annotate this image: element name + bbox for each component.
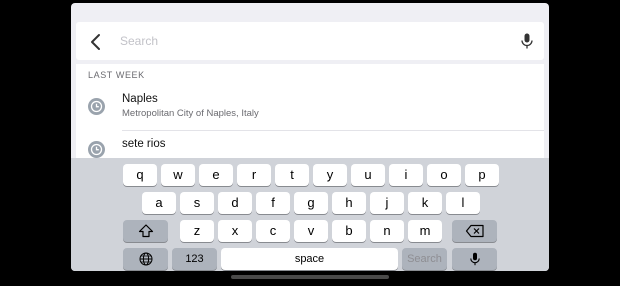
key-v[interactable]: v (294, 220, 328, 242)
key-i[interactable]: i (389, 164, 423, 186)
backspace-key[interactable] (452, 220, 497, 242)
recent-item-title: Naples (122, 93, 158, 105)
recent-item-naples[interactable]: Naples Metropolitan City of Naples, Ital… (76, 86, 544, 128)
space-key[interactable]: space (221, 248, 398, 270)
key-s[interactable]: s (180, 192, 214, 214)
onscreen-keyboard: q w e r t y u i o p a s d f g h j k l z … (71, 158, 549, 271)
key-o[interactable]: o (427, 164, 461, 186)
section-header: LAST WEEK (88, 70, 145, 80)
shift-icon (123, 224, 168, 238)
key-y[interactable]: y (313, 164, 347, 186)
clock-icon (88, 98, 105, 115)
microphone-icon[interactable] (518, 32, 536, 50)
key-n[interactable]: n (370, 220, 404, 242)
key-z[interactable]: z (180, 220, 214, 242)
key-c[interactable]: c (256, 220, 290, 242)
search-bar (76, 22, 544, 60)
search-key[interactable]: Search (402, 248, 447, 270)
key-f[interactable]: f (256, 192, 290, 214)
globe-key[interactable] (123, 248, 168, 270)
key-e[interactable]: e (199, 164, 233, 186)
back-chevron-icon[interactable] (85, 31, 107, 53)
key-j[interactable]: j (370, 192, 404, 214)
recent-item-subtitle: Metropolitan City of Naples, Italy (122, 108, 259, 119)
key-d[interactable]: d (218, 192, 252, 214)
key-k[interactable]: k (408, 192, 442, 214)
key-t[interactable]: t (275, 164, 309, 186)
microphone-icon (452, 252, 497, 266)
recent-item-title: sete rios (122, 138, 166, 150)
key-g[interactable]: g (294, 192, 328, 214)
clock-icon (88, 141, 105, 158)
home-indicator[interactable] (231, 275, 389, 279)
key-l[interactable]: l (446, 192, 480, 214)
key-u[interactable]: u (351, 164, 385, 186)
key-b[interactable]: b (332, 220, 366, 242)
key-a[interactable]: a (142, 192, 176, 214)
dictation-key[interactable] (452, 248, 497, 270)
globe-icon (123, 252, 168, 266)
search-input[interactable] (120, 31, 500, 51)
key-q[interactable]: q (123, 164, 157, 186)
key-r[interactable]: r (237, 164, 271, 186)
key-m[interactable]: m (408, 220, 442, 242)
recent-searches: LAST WEEK Naples Metropolitan City of Na… (76, 64, 544, 158)
key-p[interactable]: p (465, 164, 499, 186)
numbers-key[interactable]: 123 (172, 248, 217, 270)
key-w[interactable]: w (161, 164, 195, 186)
shift-key[interactable] (123, 220, 168, 242)
key-x[interactable]: x (218, 220, 252, 242)
key-h[interactable]: h (332, 192, 366, 214)
app-screen: LAST WEEK Naples Metropolitan City of Na… (71, 3, 549, 271)
backspace-icon (452, 224, 497, 238)
